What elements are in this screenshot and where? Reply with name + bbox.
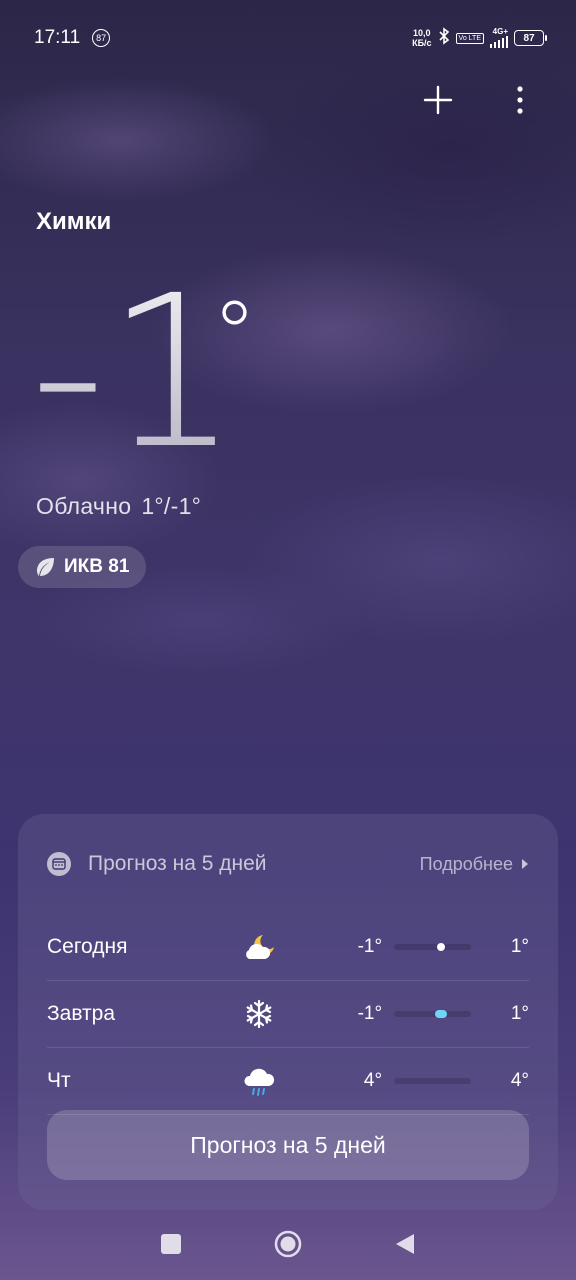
day-name: Чт <box>47 1069 71 1092</box>
network-speed-value: 10,0 <box>413 28 431 38</box>
five-day-forecast-button[interactable]: Прогноз на 5 дней <box>47 1110 529 1180</box>
temperature-range-bar <box>394 1078 471 1084</box>
forecast-day-row[interactable]: Сегодня -1° 1° <box>47 914 529 981</box>
condition-text: Облачно <box>36 493 132 519</box>
cellular-signal-icon: 4G+ <box>490 28 508 48</box>
plus-icon <box>423 85 453 115</box>
temperature-range-bar <box>394 1010 471 1018</box>
system-navigation-bar <box>0 1220 576 1272</box>
forecast-day-row[interactable]: Чт 4° 4° <box>47 1048 529 1115</box>
snowflake-icon <box>229 999 288 1029</box>
network-speed-unit: КБ/с <box>412 38 432 48</box>
more-details-link[interactable]: Подробнее <box>420 854 529 875</box>
back-button[interactable] <box>394 1232 416 1261</box>
day-min-temp: 4° <box>363 1070 383 1091</box>
current-condition: Облачно 1°/-1° <box>36 493 201 520</box>
forecast-header: Прогноз на 5 дней Подробнее <box>47 814 529 914</box>
leaf-icon <box>37 558 54 576</box>
home-circle-icon <box>274 1230 302 1257</box>
more-vertical-icon <box>517 86 523 114</box>
current-temperature-display: -1 ° <box>30 250 257 495</box>
more-options-button[interactable] <box>504 84 536 116</box>
temperature-range: 1°/-1° <box>141 493 202 519</box>
network-speed: 10,0 КБ/с <box>412 28 431 48</box>
top-actions <box>422 84 536 116</box>
forecast-card: Прогноз на 5 дней Подробнее Сегодня -1° … <box>18 814 558 1210</box>
status-bar: 17:11 87 10,0 КБ/с Vo LTE 4G+ 87 <box>0 0 576 76</box>
forecast-day-row[interactable]: Завтра -1° 1° <box>47 981 529 1048</box>
city-name: Химки <box>36 208 112 235</box>
rain-cloud-icon <box>229 1064 288 1098</box>
volte-icon: Vo LTE <box>455 32 484 44</box>
degree-symbol: ° <box>212 282 257 387</box>
current-temperature: -1 ° <box>30 250 270 495</box>
square-icon <box>161 1233 181 1254</box>
aqi-badge[interactable]: ИКВ 81 <box>18 546 147 588</box>
day-name: Завтра <box>47 1002 116 1025</box>
recent-apps-button[interactable] <box>160 1233 182 1260</box>
add-city-button[interactable] <box>422 84 454 116</box>
status-time: 17:11 <box>34 27 81 48</box>
forecast-title: Прогноз на 5 дней <box>88 852 267 875</box>
notification-badge: 87 <box>92 29 111 47</box>
day-min-temp: -1° <box>357 1003 383 1024</box>
day-max-temp: 4° <box>510 1070 529 1091</box>
aqi-label: ИКВ 81 <box>64 556 130 577</box>
day-min-temp: -1° <box>357 936 383 957</box>
more-details-label: Подробнее <box>419 853 513 874</box>
battery-icon: 87 <box>514 30 547 46</box>
network-type: 4G+ <box>492 27 508 36</box>
temperature-range-bar <box>394 943 471 951</box>
temperature-value: -1 <box>30 270 239 460</box>
temperature-range-indicator <box>435 1010 448 1018</box>
calendar-icon <box>47 852 71 876</box>
temperature-range-indicator <box>437 943 446 951</box>
day-name: Сегодня <box>47 935 128 958</box>
back-triangle-icon <box>396 1233 414 1254</box>
battery-level: 87 <box>523 32 535 44</box>
cloudy-night-icon <box>229 931 288 963</box>
bluetooth-icon <box>438 26 450 50</box>
home-button[interactable] <box>274 1230 302 1263</box>
day-max-temp: 1° <box>510 936 529 957</box>
chevron-right-icon <box>522 859 528 869</box>
day-max-temp: 1° <box>510 1003 529 1024</box>
